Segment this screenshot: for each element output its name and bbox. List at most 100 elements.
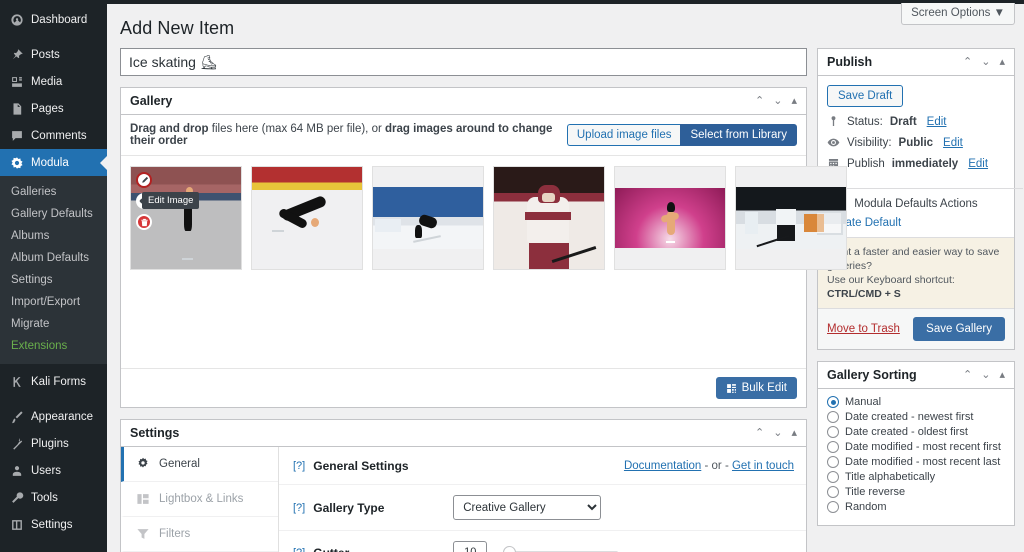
visibility-label: Visibility: [847, 136, 892, 149]
sidebar-item-label: Kali Forms [31, 375, 86, 388]
publish-label: Publish [847, 157, 885, 170]
submenu-item-migrate[interactable]: Migrate [0, 313, 107, 335]
sort-option-title-reverse[interactable]: Title reverse [827, 486, 1005, 498]
get-in-touch-link[interactable]: Get in touch [732, 460, 794, 472]
gutter-value-input[interactable]: 10 [453, 541, 488, 552]
documentation-link[interactable]: Documentation [624, 460, 701, 472]
sidebar-item-appearance[interactable]: Appearance [0, 403, 107, 430]
move-up-icon[interactable]: ⌃ [755, 427, 764, 439]
submenu-item-extensions[interactable]: Extensions [0, 335, 107, 357]
gallery-thumbnail[interactable] [372, 166, 484, 270]
gallery-thumbnail[interactable] [493, 166, 605, 270]
submenu-item-gallery-defaults[interactable]: Gallery Defaults [0, 203, 107, 225]
move-up-icon[interactable]: ⌃ [755, 95, 764, 107]
edit-image-icon[interactable] [136, 172, 152, 188]
upload-image-files-button[interactable]: Upload image files [566, 124, 681, 146]
bulk-edit-button[interactable]: Bulk Edit [715, 377, 797, 399]
collapse-panel-icon[interactable]: ▴ [999, 369, 1005, 381]
thumbnail-image [736, 187, 846, 249]
settings-tab-list: General Lightbox & Links Filters [121, 447, 279, 552]
submenu-item-settings[interactable]: Settings [0, 269, 107, 291]
sort-option-date-modified-recent-last[interactable]: Date modified - most recent last [827, 456, 1005, 468]
radio-button[interactable] [827, 486, 839, 498]
gutter-slider[interactable] [503, 546, 619, 552]
sidebar-item-comments[interactable]: Comments [0, 122, 107, 149]
move-up-icon[interactable]: ⌃ [963, 56, 972, 68]
page-icon [9, 101, 24, 116]
sidebar-item-settings[interactable]: Settings [0, 511, 107, 538]
sort-option-date-created-oldest[interactable]: Date created - oldest first [827, 426, 1005, 438]
radio-button[interactable] [827, 456, 839, 468]
help-icon[interactable]: [?] [293, 547, 305, 552]
drag-drop-middle: files here (max 64 MB per file), or [208, 123, 385, 135]
sort-option-title-alphabetically[interactable]: Title alphabetically [827, 471, 1005, 483]
gallery-thumbnail[interactable] [735, 166, 847, 270]
create-default-link[interactable]: Create Default [827, 217, 1005, 229]
help-icon[interactable]: [?] [293, 502, 305, 514]
help-icon[interactable]: [?] [293, 460, 305, 472]
submenu-item-galleries[interactable]: Galleries [0, 181, 107, 203]
collapse-panel-icon[interactable]: ▴ [791, 95, 797, 107]
move-up-icon[interactable]: ⌃ [963, 369, 972, 381]
sidebar-item-plugins[interactable]: Plugins [0, 430, 107, 457]
radio-button[interactable] [827, 471, 839, 483]
radio-button[interactable] [827, 426, 839, 438]
move-down-icon[interactable]: ⌄ [773, 427, 782, 439]
submenu-item-album-defaults[interactable]: Album Defaults [0, 247, 107, 269]
tab-lightbox-links[interactable]: Lightbox & Links [121, 482, 278, 517]
sorting-panel-header: Gallery Sorting ⌃ ⌄ ▴ [818, 362, 1014, 389]
kali-icon [9, 374, 24, 389]
radio-button[interactable] [827, 411, 839, 423]
sidebar-column: Publish ⌃ ⌄ ▴ Save Draft Status: Draft E… [809, 48, 1023, 552]
gallery-thumbnails: Edit Image [121, 156, 847, 368]
tab-general[interactable]: General [121, 447, 278, 482]
collapse-panel-icon[interactable]: ▴ [999, 56, 1005, 68]
move-to-trash-link[interactable]: Move to Trash [827, 323, 900, 335]
sidebar-item-modula[interactable]: Modula [0, 149, 107, 176]
collapse-panel-icon[interactable]: ▴ [791, 427, 797, 439]
sort-option-label: Manual [845, 396, 882, 408]
gallery-panel-title: Gallery [130, 94, 173, 108]
save-draft-button[interactable]: Save Draft [827, 85, 904, 107]
settings-fields: [?] General Settings Documentation - or … [279, 447, 806, 552]
save-gallery-button[interactable]: Save Gallery [913, 317, 1005, 341]
sidebar-item-tools[interactable]: Tools [0, 484, 107, 511]
move-down-icon[interactable]: ⌄ [773, 95, 782, 107]
sort-option-random[interactable]: Random [827, 501, 1005, 513]
gallery-type-select[interactable]: Creative Gallery [453, 495, 602, 520]
slider-handle[interactable] [503, 546, 517, 552]
gallery-thumbnail[interactable]: Edit Image [130, 166, 242, 270]
gallery-title-input[interactable] [120, 48, 807, 76]
radio-button[interactable] [827, 396, 839, 408]
gallery-type-row: [?] Gallery Type Creative Gallery [279, 485, 806, 531]
sidebar-item-divi-supreme[interactable]: Divi Supreme [0, 546, 107, 552]
gallery-thumbnail[interactable] [614, 166, 726, 270]
sidebar-item-pages[interactable]: Pages [0, 95, 107, 122]
tab-filters[interactable]: Filters [121, 517, 278, 552]
sidebar-item-dashboard[interactable]: Dashboard [0, 6, 107, 33]
radio-button[interactable] [827, 441, 839, 453]
visibility-edit-link[interactable]: Edit [943, 137, 963, 149]
sort-option-manual[interactable]: Manual [827, 396, 1005, 408]
select-from-library-button[interactable]: Select from Library [680, 124, 797, 146]
sidebar-item-label: Dashboard [31, 13, 88, 26]
sidebar-item-media[interactable]: Media [0, 68, 107, 95]
screen-options-button[interactable]: Screen Options ▼ [901, 3, 1015, 25]
visibility-row: Visibility: Public Edit [827, 136, 1005, 149]
submenu-item-albums[interactable]: Albums [0, 225, 107, 247]
radio-button[interactable] [827, 501, 839, 513]
move-down-icon[interactable]: ⌄ [981, 369, 990, 381]
publish-edit-link[interactable]: Edit [968, 158, 988, 170]
sort-option-date-modified-recent-first[interactable]: Date modified - most recent first [827, 441, 1005, 453]
status-edit-link[interactable]: Edit [927, 116, 947, 128]
submenu-item-import-export[interactable]: Import/Export [0, 291, 107, 313]
sort-option-date-created-newest[interactable]: Date created - newest first [827, 411, 1005, 423]
sidebar-item-kali-forms[interactable]: Kali Forms [0, 368, 107, 395]
filter-icon [137, 529, 149, 539]
delete-image-icon[interactable] [136, 214, 152, 230]
move-down-icon[interactable]: ⌄ [981, 56, 990, 68]
sidebar-item-users[interactable]: Users [0, 457, 107, 484]
sidebar-item-posts[interactable]: Posts [0, 41, 107, 68]
gallery-upload-buttons: Upload image files Select from Library [566, 124, 797, 146]
gallery-thumbnail[interactable] [251, 166, 363, 270]
